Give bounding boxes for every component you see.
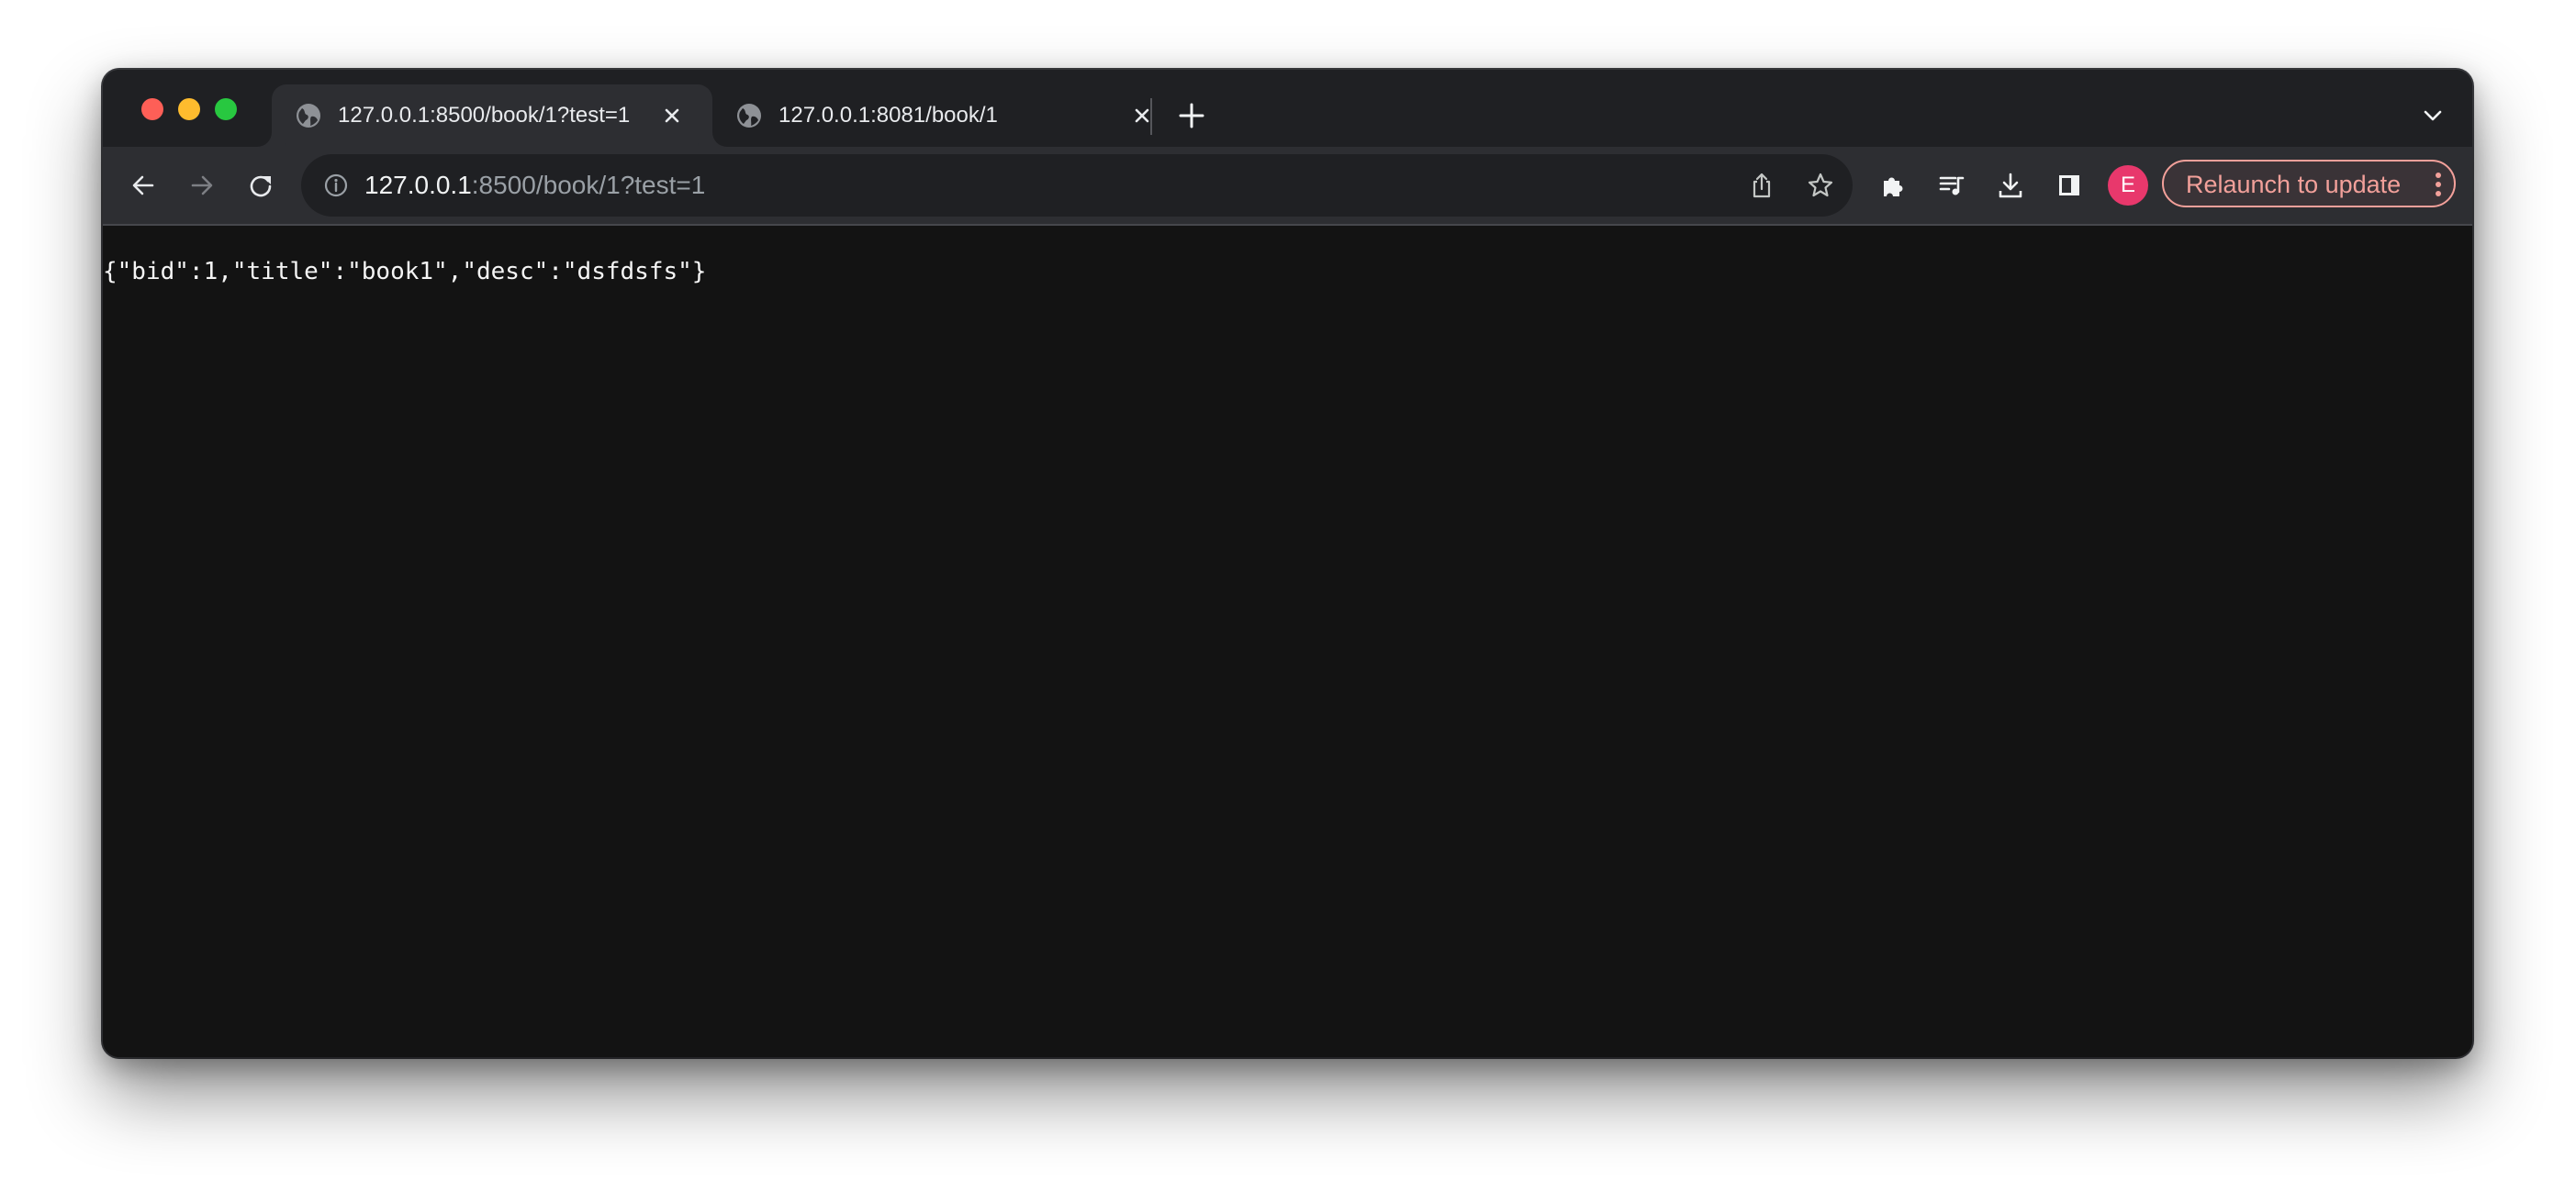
chevron-down-icon[interactable] [2422, 105, 2444, 127]
json-response-text: {"bid":1,"title":"book1","desc":"dsfdsfs… [103, 258, 707, 285]
tab-separator [1150, 98, 1152, 135]
window-close-button[interactable] [141, 98, 163, 120]
tab-active[interactable]: 127.0.0.1:8500/book/1?test=1 [272, 84, 712, 147]
relaunch-label: Relaunch to update [2186, 171, 2402, 198]
tab-inactive[interactable]: 127.0.0.1:8081/book/1 [712, 84, 1153, 147]
url-path: :8500/book/1?test=1 [471, 171, 706, 199]
forward-arrow-icon[interactable] [189, 173, 215, 198]
kebab-menu-icon[interactable] [2434, 171, 2443, 198]
url-host: 127.0.0.1 [364, 171, 472, 199]
site-info-icon[interactable] [323, 173, 349, 198]
extensions-puzzle-icon[interactable] [1880, 173, 1906, 198]
tab-title: 127.0.0.1:8081/book/1 [778, 103, 998, 128]
tab-title: 127.0.0.1:8500/book/1?test=1 [338, 103, 631, 128]
page-content: {"bid":1,"title":"book1","desc":"dsfdsfs… [103, 226, 2472, 1057]
side-panel-icon[interactable] [2056, 173, 2082, 198]
close-tab-icon[interactable] [659, 103, 685, 128]
tab-strip: 127.0.0.1:8500/book/1?test=1 127.0.0.1:8… [103, 70, 2472, 147]
media-controls-icon[interactable] [1939, 173, 1965, 198]
address-bar[interactable]: 127.0.0.1:8500/book/1?test=1 [301, 154, 1853, 217]
profile-avatar[interactable]: E [2108, 165, 2148, 206]
new-tab-plus-icon[interactable] [1179, 103, 1204, 128]
globe-icon [297, 104, 320, 128]
reload-icon[interactable] [248, 173, 274, 198]
toolbar: 127.0.0.1:8500/book/1?test=1 E Relaunch … [103, 147, 2472, 226]
globe-icon [737, 104, 761, 128]
url-text[interactable]: 127.0.0.1:8500/book/1?test=1 [364, 171, 705, 200]
window-zoom-button[interactable] [215, 98, 237, 120]
download-icon[interactable] [1998, 173, 2023, 198]
relaunch-to-update-button[interactable]: Relaunch to update [2162, 160, 2456, 207]
avatar-letter: E [2120, 173, 2135, 197]
back-arrow-icon[interactable] [130, 173, 156, 198]
bookmark-star-icon[interactable] [1807, 172, 1834, 199]
window-minimize-button[interactable] [178, 98, 200, 120]
share-icon[interactable] [1748, 172, 1775, 199]
browser-window: 127.0.0.1:8500/book/1?test=1 127.0.0.1:8… [103, 70, 2472, 1057]
